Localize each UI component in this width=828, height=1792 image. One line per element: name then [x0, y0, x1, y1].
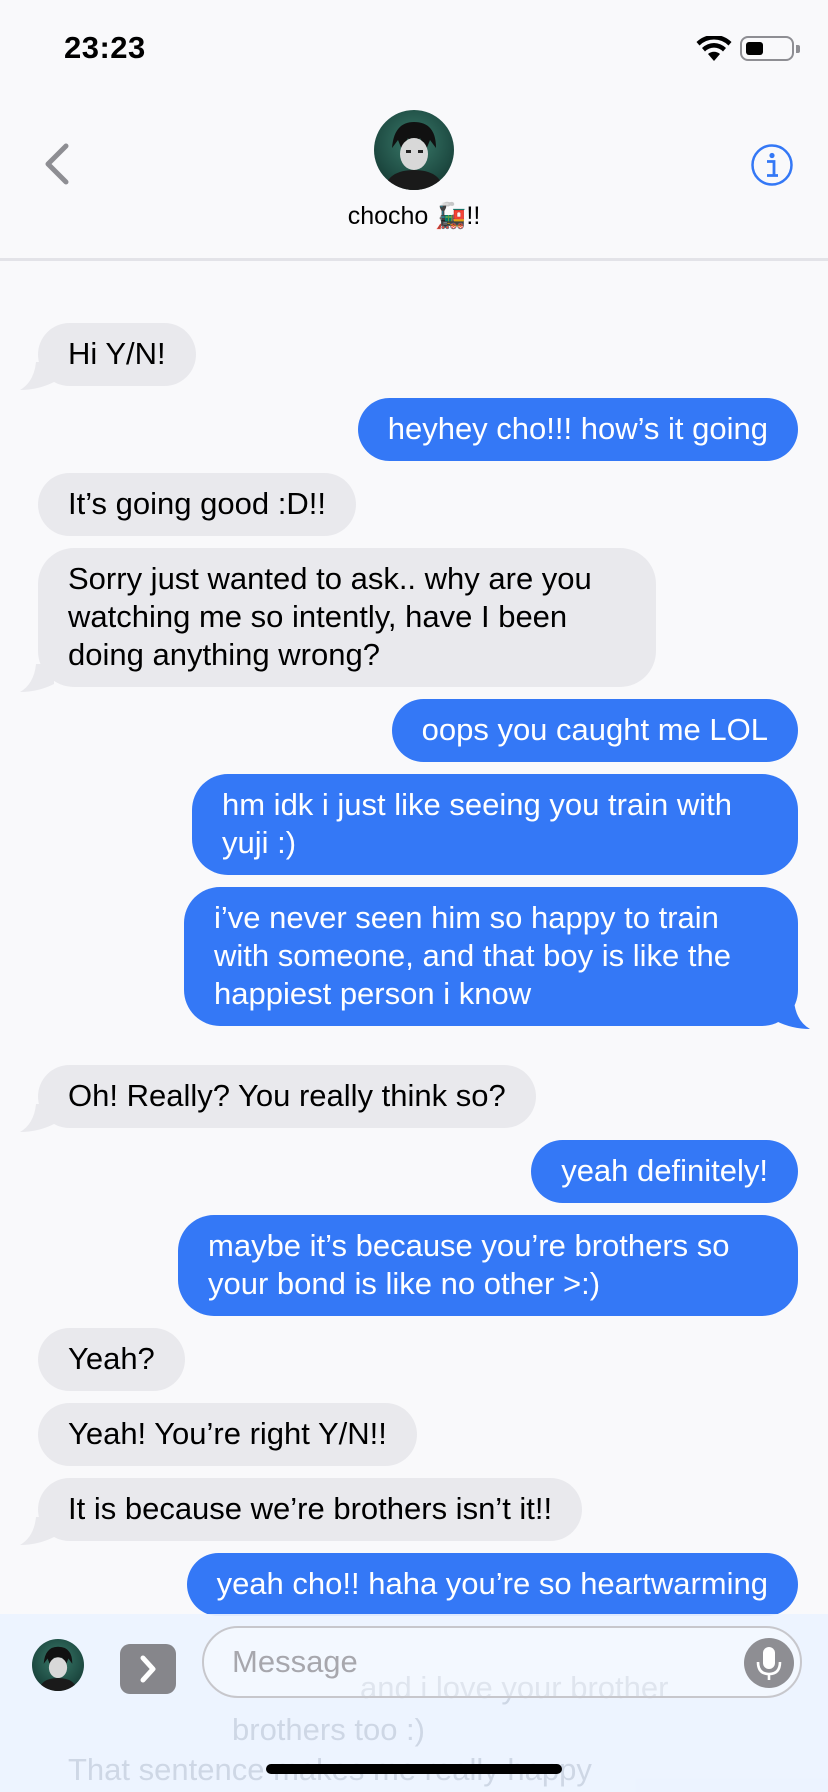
- message-bubble-outgoing[interactable]: heyhey cho!!! how’s it going: [357, 398, 798, 461]
- apps-icon: [140, 1655, 156, 1683]
- contact-avatar[interactable]: [374, 110, 454, 190]
- avatar-image: [38, 1646, 78, 1691]
- conversation-header: chocho 🚂!!: [0, 90, 828, 261]
- outgoing-bubble-tail: [776, 1001, 810, 1029]
- incoming-bubble-tail: [20, 1517, 54, 1545]
- message-bubble-outgoing[interactable]: yeah definitely!: [531, 1140, 798, 1203]
- avatar-image: [384, 122, 444, 190]
- message-input-placeholder: Message: [232, 1644, 358, 1679]
- message-input[interactable]: Message: [202, 1626, 802, 1698]
- microphone-icon: [756, 1647, 782, 1680]
- message-bubble-incoming[interactable]: Oh! Really? You really think so?: [38, 1065, 536, 1128]
- message-bubble-incoming[interactable]: Yeah! You’re right Y/N!!: [38, 1403, 417, 1466]
- message-bubble-outgoing[interactable]: oops you caught me LOL: [391, 699, 798, 762]
- incoming-bubble-tail: [20, 664, 54, 692]
- message-bubble-incoming[interactable]: Yeah?: [38, 1328, 185, 1391]
- message-bubble-outgoing[interactable]: maybe it’s because you’re brothers so yo…: [178, 1215, 798, 1316]
- message-list[interactable]: Hi Y/N! heyhey cho!!! how’s it going It’…: [0, 0, 828, 1792]
- message-bubble-outgoing[interactable]: hm idk i just like seeing you train with…: [192, 774, 798, 875]
- message-bubble-incoming[interactable]: Hi Y/N!: [38, 323, 196, 386]
- apps-button[interactable]: [120, 1644, 176, 1694]
- message-bubble-outgoing[interactable]: i’ve never seen him so happy to train wi…: [184, 887, 798, 1026]
- message-bubble-outgoing[interactable]: yeah cho!! haha you’re so heartwarming: [186, 1553, 798, 1616]
- contact-name[interactable]: chocho 🚂!!: [0, 202, 828, 231]
- message-bubble-incoming[interactable]: Sorry just wanted to ask.. why are you w…: [38, 548, 656, 687]
- message-bubble-incoming[interactable]: It is because we’re brothers isn’t it!!: [38, 1478, 583, 1541]
- incoming-bubble-tail: [20, 362, 54, 390]
- hidden-message-text: brothers too :): [232, 1712, 425, 1747]
- back-chevron-icon[interactable]: [40, 142, 74, 186]
- info-icon[interactable]: [750, 143, 794, 187]
- microphone-button[interactable]: [744, 1638, 794, 1688]
- message-bubble-incoming[interactable]: It’s going good :D!!: [38, 473, 356, 536]
- my-avatar[interactable]: [32, 1639, 84, 1691]
- incoming-bubble-tail: [20, 1104, 54, 1132]
- home-indicator[interactable]: [266, 1764, 562, 1774]
